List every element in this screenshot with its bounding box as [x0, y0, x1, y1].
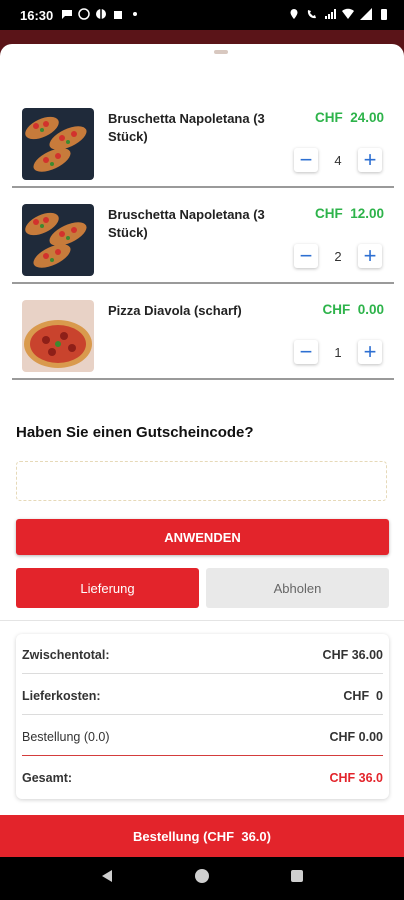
- plus-icon: +: [363, 147, 377, 172]
- chat-icon: [61, 8, 73, 23]
- signal-icon: [360, 7, 372, 23]
- delivery-cost-row: Lieferkosten: CHF 0: [22, 675, 383, 715]
- quantity-stepper: − 1 +: [294, 340, 382, 364]
- status-bar: 16:30: [0, 0, 404, 30]
- tab-pickup[interactable]: Abholen: [206, 568, 389, 608]
- home-icon[interactable]: [194, 868, 210, 889]
- decrease-button[interactable]: −: [294, 340, 318, 364]
- wifi-icon: [342, 8, 354, 23]
- whatsapp-icon: [78, 7, 90, 23]
- increase-button[interactable]: +: [358, 244, 382, 268]
- row-divider: [22, 755, 383, 756]
- increase-button[interactable]: +: [358, 148, 382, 172]
- pizza-image: [22, 300, 94, 372]
- status-time: 16:30: [20, 7, 54, 23]
- system-nav-bar: [0, 857, 404, 900]
- coupon-title: Haben Sie einen Gutscheincode?: [16, 424, 254, 441]
- minus-icon: −: [299, 147, 313, 172]
- location-icon: [288, 8, 300, 23]
- section-divider: [0, 620, 404, 621]
- subtotal-label: Zwischentotal:: [22, 648, 110, 662]
- bruschetta-image: [22, 204, 94, 276]
- tab-delivery[interactable]: Lieferung: [16, 568, 199, 608]
- subtotal-row: Zwischentotal: CHF 36.00: [22, 634, 383, 674]
- cart-item: Pizza Diavola (scharf) CHF 0.00 − 1 +: [12, 288, 394, 380]
- row-divider: [22, 673, 383, 674]
- quantity-stepper: − 2 +: [294, 244, 382, 268]
- subtotal-value: CHF 36.00: [322, 648, 383, 662]
- item-name: Bruschetta Napoletana (3 Stück): [108, 207, 265, 240]
- minus-icon: −: [299, 339, 313, 364]
- battery-icon: [378, 8, 390, 23]
- quantity-value: 2: [334, 248, 342, 264]
- total-label: Gesamt:: [22, 771, 73, 785]
- order-row: Bestellung (0.0) CHF 0.00: [22, 716, 383, 756]
- item-name: Bruschetta Napoletana (3 Stück): [108, 111, 265, 144]
- plus-icon: +: [363, 243, 377, 268]
- item-divider: [12, 282, 394, 284]
- place-order-button[interactable]: Bestellung (CHF 36.0): [0, 815, 404, 857]
- decrease-button[interactable]: −: [294, 244, 318, 268]
- plus-icon: +: [363, 339, 377, 364]
- wifi-call-icon: [306, 8, 318, 23]
- item-divider: [12, 378, 394, 380]
- apply-coupon-button[interactable]: ANWENDEN: [16, 519, 389, 555]
- notification-icon: [112, 8, 124, 23]
- quantity-value: 1: [334, 344, 342, 360]
- recents-icon[interactable]: [289, 868, 305, 889]
- row-divider: [22, 714, 383, 715]
- item-divider: [12, 186, 394, 188]
- back-icon[interactable]: [99, 868, 115, 889]
- dot-icon: [129, 8, 141, 23]
- order-value: CHF 0.00: [329, 730, 384, 744]
- minus-icon: −: [299, 243, 313, 268]
- sheet-drag-handle[interactable]: [214, 50, 228, 54]
- delivery-cost-value: CHF 0: [343, 689, 383, 703]
- order-summary-card: Zwischentotal: CHF 36.00 Lieferkosten: C…: [16, 634, 389, 799]
- bruschetta-image: [22, 108, 94, 180]
- decrease-button[interactable]: −: [294, 148, 318, 172]
- quantity-value: 4: [334, 152, 342, 168]
- cart-item: Bruschetta Napoletana (3 Stück) CHF 24.0…: [12, 96, 394, 188]
- item-price: CHF 0.00: [322, 302, 384, 317]
- order-label: Bestellung (0.0): [22, 730, 110, 744]
- signal-4g-icon: [324, 8, 336, 23]
- app-icon: [95, 8, 107, 23]
- total-row: Gesamt: CHF 36.0: [22, 757, 383, 797]
- increase-button[interactable]: +: [358, 340, 382, 364]
- item-price: CHF 24.00: [314, 110, 384, 125]
- quantity-stepper: − 4 +: [294, 148, 382, 172]
- cart-item: Bruschetta Napoletana (3 Stück) CHF 12.0…: [12, 192, 394, 284]
- delivery-cost-label: Lieferkosten:: [22, 689, 101, 703]
- item-price: CHF 12.00: [314, 206, 384, 221]
- coupon-input[interactable]: [16, 461, 387, 501]
- total-value: CHF 36.0: [329, 771, 384, 785]
- item-name: Pizza Diavola (scharf): [108, 303, 242, 318]
